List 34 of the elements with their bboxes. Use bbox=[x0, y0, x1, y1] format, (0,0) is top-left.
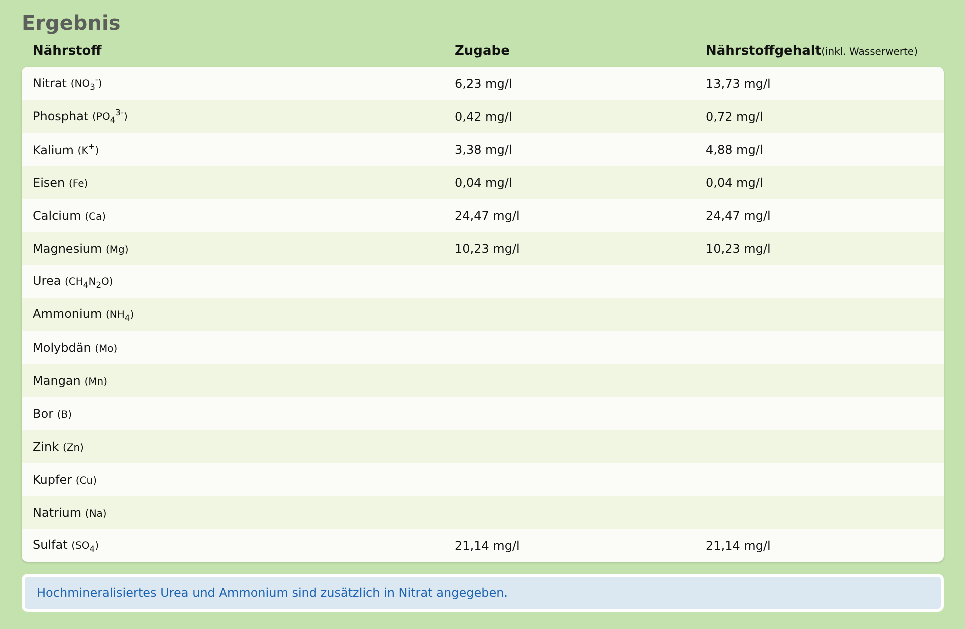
table-cell: 3,38 mg/l bbox=[455, 142, 512, 156]
table-cell-text: Urea (CH$_{4}$N$_{2}$O) bbox=[33, 274, 114, 290]
table-cell: 21,14 mg/l bbox=[455, 538, 520, 552]
table-cell-text: Eisen (Fe) bbox=[33, 176, 90, 190]
table-cell-text: Kupfer (Cu) bbox=[33, 472, 98, 486]
table-cell: 21,14 mg/l bbox=[706, 538, 771, 552]
table-cell-text: Bor (B) bbox=[33, 406, 73, 420]
table-cell-text: Nitrat (NO$_{3}$$^{-}$) bbox=[33, 74, 104, 92]
table-cell-text: Natrium (Na) bbox=[33, 506, 108, 520]
table-cell-text: Kalium (K$^{+}$) bbox=[33, 142, 100, 158]
table-cell: 0,04 mg/l bbox=[706, 176, 764, 190]
column-header: Nährstoffgehalt(inkl. Wasserwerte) bbox=[706, 44, 919, 59]
section-title: Ergebnis bbox=[22, 10, 122, 36]
table-cell-text: Molybdän (Mo) bbox=[33, 340, 119, 354]
table-cell-text: Zink (Zn) bbox=[33, 440, 85, 454]
table-cell: 0,42 mg/l bbox=[455, 110, 512, 124]
column-header: Zugabe bbox=[455, 44, 511, 59]
table-cell: 0,72 mg/l bbox=[706, 110, 764, 124]
table-cell: 6,23 mg/l bbox=[455, 76, 512, 90]
table-cell-text: Sulfat (SO$_{4}$) bbox=[33, 538, 100, 554]
column-header: Nährstoff bbox=[33, 44, 103, 59]
table-cell: 13,73 mg/l bbox=[706, 76, 771, 90]
table-cell-text: Calcium (Ca) bbox=[33, 208, 108, 222]
info-message: Hochmineralisiertes Urea und Ammonium sind zusätzlich in Nitrat angegeben. bbox=[22, 574, 944, 612]
table-cell-text: Magnesium (Mg) bbox=[33, 242, 130, 256]
table-cell: 4,88 mg/l bbox=[706, 142, 764, 156]
table-cell: 24,47 mg/l bbox=[455, 208, 520, 222]
table-cell: 0,04 mg/l bbox=[455, 176, 512, 190]
table-cell: 24,47 mg/l bbox=[706, 208, 771, 222]
table-cell: 10,23 mg/l bbox=[455, 242, 520, 256]
table-cell-text: Phosphat (PO$_{4}$$^{3-}$) bbox=[33, 108, 129, 126]
table-cell: 10,23 mg/l bbox=[706, 242, 771, 256]
table-cell-text: Ammonium (NH$_{4}$) bbox=[33, 306, 136, 322]
table-cell-text: Mangan (Mn) bbox=[33, 374, 108, 388]
